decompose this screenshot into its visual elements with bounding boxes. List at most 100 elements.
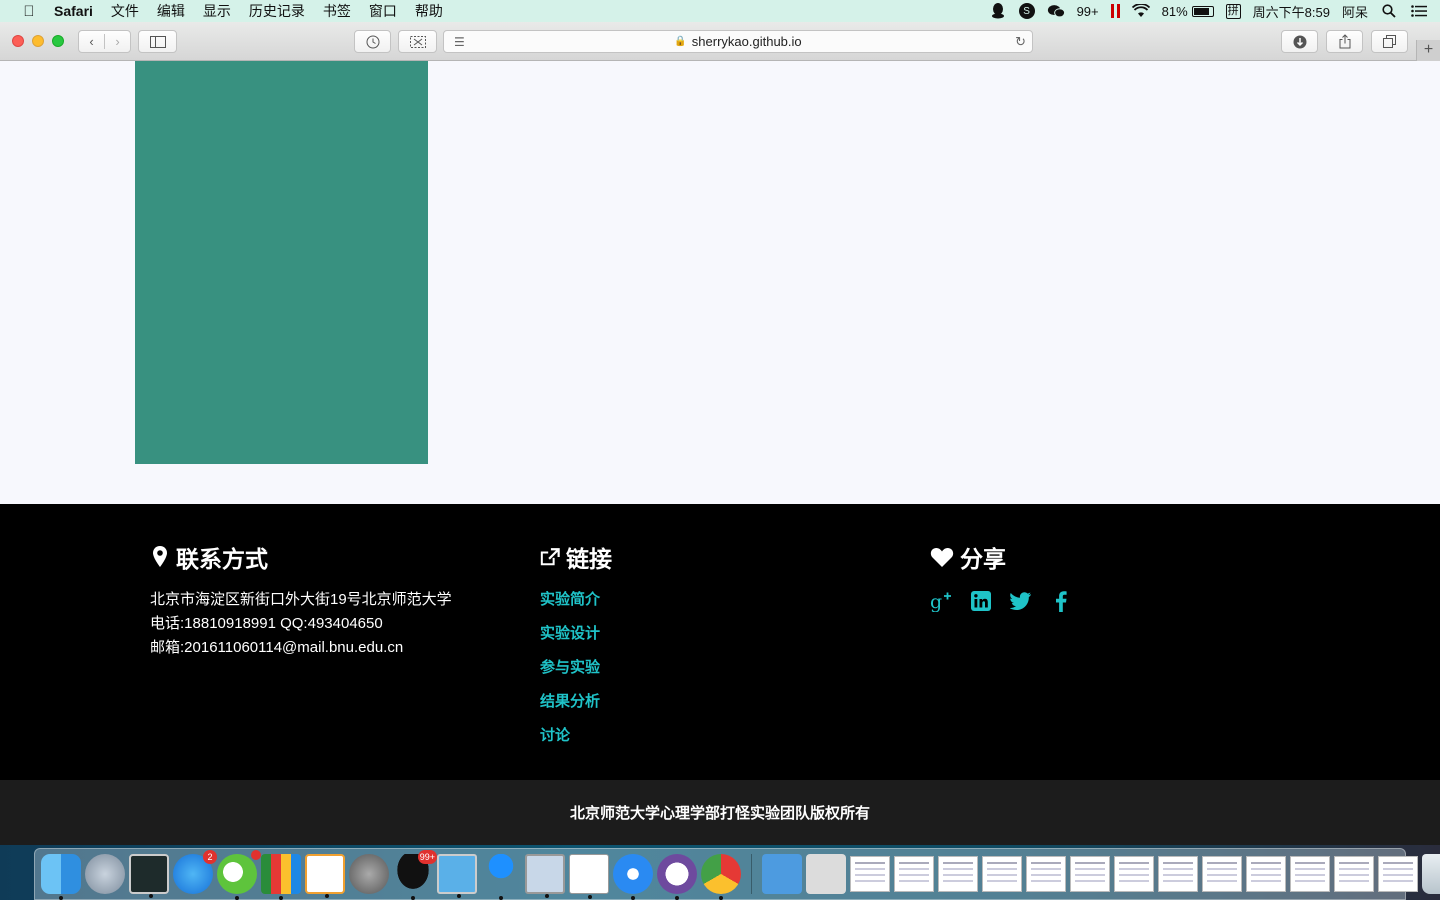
- map-marker-icon: [150, 546, 170, 568]
- keynote-icon[interactable]: [481, 854, 521, 900]
- lock-icon: 🔒: [674, 36, 687, 47]
- fullscreen-window-button[interactable]: [52, 35, 64, 47]
- tab-overview-button[interactable]: [1371, 30, 1408, 53]
- wechat-icon[interactable]: [217, 850, 261, 900]
- contact-phone: 电话:18810918991 QQ:493404650: [150, 615, 383, 632]
- launchpad-icon[interactable]: [85, 854, 125, 894]
- notification-center-icon[interactable]: [1410, 3, 1428, 19]
- footer: 联系方式 北京市海淀区新街口外大街19号北京师范大学 电话:1881091899…: [0, 504, 1440, 780]
- link-discussion[interactable]: 讨论: [540, 724, 612, 758]
- document-thumbnail[interactable]: [1070, 856, 1110, 892]
- battery-percent: 81%: [1161, 3, 1188, 19]
- history-button[interactable]: [354, 30, 391, 53]
- google-plus-icon[interactable]: g: [930, 590, 952, 612]
- tabs-icon: [1383, 35, 1396, 48]
- reload-icon[interactable]: ↻: [1015, 34, 1026, 50]
- menu-bookmarks[interactable]: 书签: [323, 1, 351, 21]
- close-window-button[interactable]: [12, 35, 24, 47]
- contact-heading: 联系方式: [150, 540, 452, 574]
- system-preferences-icon[interactable]: [349, 854, 389, 894]
- footer-links: 链接 实验简介 实验设计 参与实验 结果分析 讨论: [540, 540, 612, 758]
- share-heading: 分享: [930, 540, 1072, 574]
- s-tray-icon[interactable]: S: [1018, 3, 1035, 19]
- document-thumbnail[interactable]: [894, 856, 934, 892]
- copyright-text: 北京师范大学心理学部打怪实验团队版权所有: [569, 805, 870, 822]
- document-thumbnail[interactable]: [1114, 856, 1154, 892]
- wifi-icon[interactable]: [1131, 3, 1150, 19]
- link-participate[interactable]: 参与实验: [540, 656, 612, 690]
- twitter-icon[interactable]: [1010, 590, 1032, 612]
- footer-contact: 联系方式 北京市海淀区新街口外大街19号北京师范大学 电话:1881091899…: [150, 540, 452, 660]
- web-page: 联系方式 北京市海淀区新街口外大街19号北京师范大学 电话:1881091899…: [0, 61, 1440, 845]
- back-button[interactable]: ‹: [79, 34, 104, 49]
- contact-title: 联系方式: [176, 546, 268, 572]
- apple-icon[interactable]: : [18, 3, 40, 20]
- menu-file[interactable]: 文件: [111, 1, 139, 21]
- contact-email: 邮箱:201611060114@mail.bnu.edu.cn: [150, 639, 404, 656]
- numbers-icon[interactable]: [261, 854, 301, 900]
- user-name[interactable]: 阿呆: [1342, 2, 1368, 21]
- document-thumbnail[interactable]: [1158, 856, 1198, 892]
- sidebar-toggle-button[interactable]: [138, 30, 177, 53]
- github-icon[interactable]: [657, 854, 697, 900]
- menu-edit[interactable]: 编辑: [157, 1, 185, 21]
- reader-view-icon[interactable]: ☰: [454, 35, 465, 49]
- app-store-icon[interactable]: 2: [173, 850, 217, 894]
- menu-app-name[interactable]: Safari: [54, 3, 93, 19]
- qq-icon[interactable]: 99+: [393, 850, 437, 900]
- activity-monitor-icon[interactable]: [129, 854, 169, 898]
- document-thumbnail[interactable]: [938, 856, 978, 892]
- menu-window[interactable]: 窗口: [369, 1, 397, 21]
- pages-icon[interactable]: [305, 854, 345, 898]
- qq-badge: 99+: [417, 850, 437, 864]
- parallels-icon[interactable]: [437, 854, 477, 898]
- menu-history[interactable]: 历史记录: [249, 1, 305, 21]
- forward-button[interactable]: ›: [104, 34, 130, 49]
- menu-bar:  Safari 文件 编辑 显示 历史记录 书签 窗口 帮助 S 99+ 81…: [0, 0, 1440, 22]
- finder-icon[interactable]: [41, 854, 81, 900]
- new-tab-button[interactable]: +: [1416, 40, 1440, 61]
- link-experiment-design[interactable]: 实验设计: [540, 622, 612, 656]
- address-bar[interactable]: ☰ 🔒 sherrykao.github.io ↻: [443, 30, 1033, 53]
- heart-icon: [930, 546, 954, 568]
- downloads-button[interactable]: [1281, 30, 1318, 53]
- facebook-icon[interactable]: [1050, 590, 1072, 612]
- spotlight-search-icon[interactable]: [1380, 3, 1398, 19]
- input-method-icon[interactable]: 拼: [1225, 3, 1241, 19]
- document-thumbnail[interactable]: [1246, 856, 1286, 892]
- menu-view[interactable]: 显示: [203, 1, 231, 21]
- clock[interactable]: 周六下午8:59: [1253, 2, 1330, 21]
- wechat-tray-icon[interactable]: [1047, 3, 1065, 19]
- applications-folder-icon[interactable]: [762, 854, 802, 894]
- copyright-bar: 北京师范大学心理学部打怪实验团队版权所有: [0, 780, 1440, 845]
- battery-indicator[interactable]: 81%: [1162, 4, 1214, 19]
- link-experiment-intro[interactable]: 实验简介: [540, 588, 612, 622]
- document-thumbnail[interactable]: [850, 856, 890, 892]
- screenshot-extension-button[interactable]: [398, 30, 437, 53]
- menu-help[interactable]: 帮助: [415, 1, 443, 21]
- document-thumbnail[interactable]: [1202, 856, 1242, 892]
- document-thumbnail[interactable]: [1290, 856, 1330, 892]
- document-thumbnail[interactable]: [1378, 856, 1418, 892]
- minimize-window-button[interactable]: [32, 35, 44, 47]
- linkedin-icon[interactable]: [970, 590, 992, 612]
- downloads-folder-icon[interactable]: [806, 854, 846, 894]
- trash-icon[interactable]: [1422, 854, 1440, 894]
- document-thumbnail[interactable]: [1334, 856, 1374, 892]
- chrome-icon[interactable]: [701, 854, 741, 900]
- document-thumbnail[interactable]: [982, 856, 1022, 892]
- safari-icon[interactable]: [613, 854, 653, 900]
- clock-icon: [366, 35, 379, 48]
- url-text: sherrykao.github.io: [691, 34, 802, 49]
- contact-address: 北京市海淀区新街口外大街19号北京师范大学: [150, 591, 452, 608]
- document-thumbnail[interactable]: [1026, 856, 1066, 892]
- share-title: 分享: [960, 546, 1006, 572]
- qq-tray-icon[interactable]: [989, 3, 1007, 19]
- link-result-analysis[interactable]: 结果分析: [540, 690, 612, 724]
- notification-count: 99+: [1076, 3, 1099, 19]
- share-button[interactable]: [1326, 30, 1363, 53]
- preview-icon[interactable]: [525, 854, 565, 898]
- links-title: 链接: [566, 546, 612, 572]
- pause-icon[interactable]: [1110, 4, 1120, 18]
- remote-desktop-icon[interactable]: [569, 854, 609, 899]
